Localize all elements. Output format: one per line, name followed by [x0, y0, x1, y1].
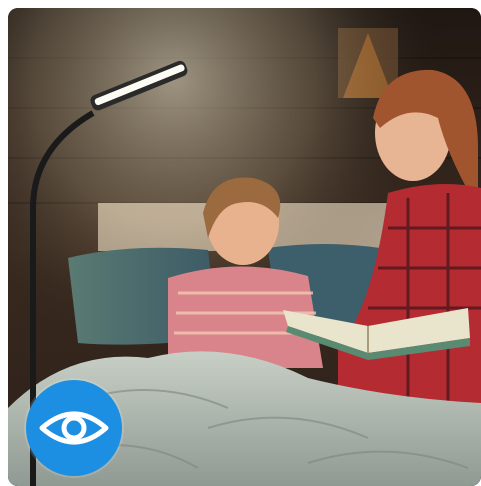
product-image [8, 8, 481, 486]
eye-care-badge [26, 380, 122, 476]
eye-icon [39, 411, 109, 445]
